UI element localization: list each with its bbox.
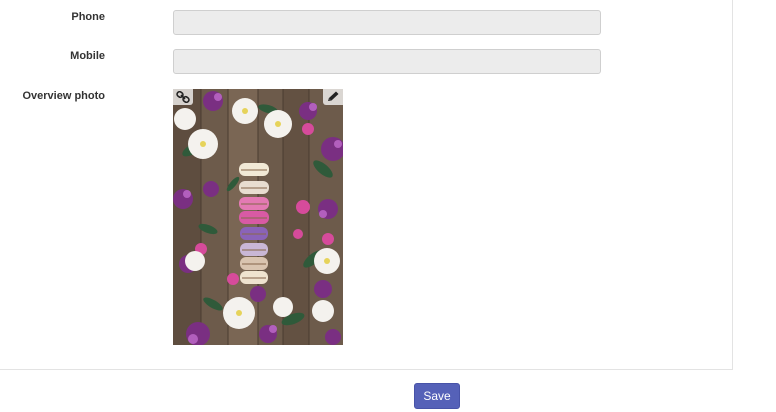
- pencil-icon[interactable]: [323, 89, 343, 105]
- link-icon[interactable]: [173, 89, 193, 105]
- save-button[interactable]: Save: [414, 383, 460, 409]
- overview-photo-label: Overview photo: [22, 90, 105, 102]
- phone-field[interactable]: [173, 10, 601, 35]
- mobile-field[interactable]: [173, 49, 601, 74]
- form-panel: Phone Mobile Overview photo: [0, 0, 733, 370]
- overview-photo[interactable]: [173, 89, 343, 345]
- phone-label: Phone: [71, 11, 105, 23]
- overview-photo-image: [173, 89, 343, 345]
- mobile-label: Mobile: [70, 50, 105, 62]
